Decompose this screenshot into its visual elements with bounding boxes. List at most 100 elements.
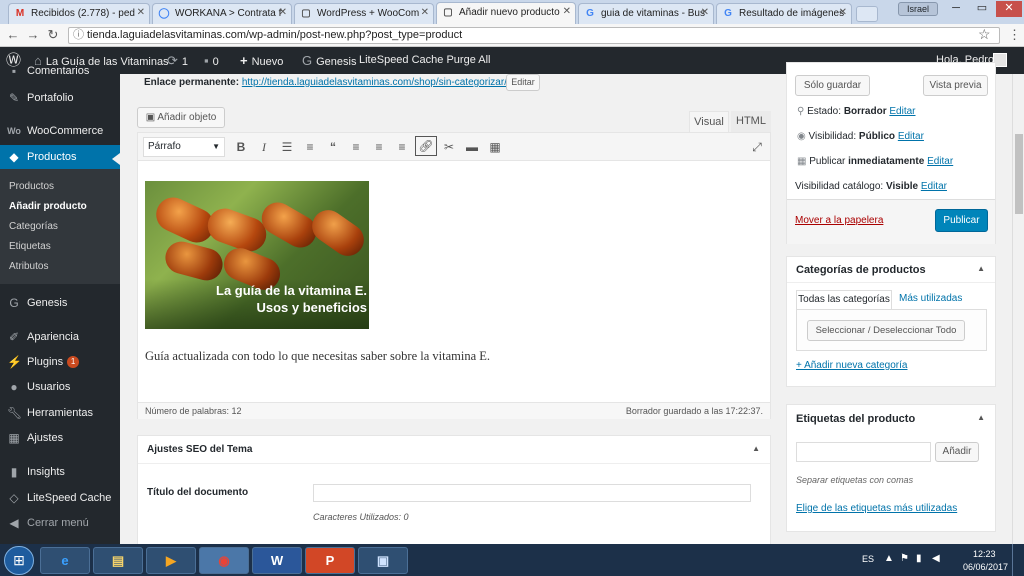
action-center-icon[interactable]: ⚑ <box>900 553 909 564</box>
window-close-icon[interactable]: ✕ <box>996 1 1022 17</box>
publish-button[interactable]: Publicar <box>935 209 988 232</box>
submenu-item-products[interactable]: Productos <box>9 181 54 192</box>
browser-tab[interactable]: G guia de vitaminas - Bus ✕ <box>578 3 714 24</box>
media-player-icon[interactable]: ▶ <box>146 547 196 574</box>
browser-tab[interactable]: G Resultado de imágenes ✕ <box>716 3 852 24</box>
sidebar-item-users[interactable]: ● Usuarios <box>0 375 120 400</box>
sidebar-item-insights[interactable]: ▮ Insights <box>0 460 120 485</box>
browser-tab[interactable]: ◯ WORKANA > Contrata f ✕ <box>152 3 292 24</box>
align-left-icon[interactable]: ≡ <box>345 136 367 158</box>
sidebar-item-plugins[interactable]: ⚡ Plugins 1 <box>0 350 120 375</box>
chrome-icon[interactable]: ◉ <box>199 547 249 574</box>
preview-button[interactable]: Vista previa <box>923 75 988 96</box>
powerpoint-icon[interactable]: P <box>305 547 355 574</box>
submenu-item-tags[interactable]: Etiquetas <box>9 241 51 252</box>
browser-profile-badge[interactable]: Israel <box>898 2 938 16</box>
updates-link[interactable]: ⟳ 1 <box>167 47 188 74</box>
close-icon[interactable]: ✕ <box>701 7 709 18</box>
collapse-toggle-icon[interactable]: ▲ <box>977 264 985 273</box>
editor-body-text[interactable]: Guía actualizada con todo lo que necesit… <box>145 349 490 364</box>
browser-tab[interactable]: ▢ WordPress + WooCom ✕ <box>294 3 434 24</box>
add-media-button[interactable]: ▣ Añadir objeto <box>137 107 225 128</box>
submenu-item-categories[interactable]: Categorías <box>9 221 58 232</box>
choose-tags-link[interactable]: Elige de las etiquetas más utilizadas <box>796 503 957 514</box>
remote-desktop-icon[interactable]: ▣ <box>358 547 408 574</box>
format-select[interactable]: Párrafo ▼ <box>143 137 225 157</box>
clock-time[interactable]: 12:23 <box>973 549 996 559</box>
seo-box-header[interactable]: Ajustes SEO del Tema ▲ <box>138 436 770 464</box>
align-right-icon[interactable]: ≡ <box>391 136 413 158</box>
new-tab-button[interactable] <box>856 6 878 22</box>
close-icon[interactable]: ✕ <box>421 7 429 18</box>
unlink-icon[interactable]: ✂ <box>438 136 460 158</box>
reload-icon[interactable]: ↻ <box>44 27 62 44</box>
add-tag-button[interactable]: Añadir <box>935 442 979 462</box>
collapse-toggle-icon[interactable]: ▲ <box>752 444 760 453</box>
permalink-edit-button[interactable]: Editar <box>506 74 540 91</box>
volume-icon[interactable]: ◀ <box>932 553 940 564</box>
tab-visual[interactable]: Visual <box>689 111 729 132</box>
move-to-trash-link[interactable]: Mover a la papelera <box>795 215 883 226</box>
new-content-link[interactable]: + Nuevo <box>240 47 283 74</box>
show-hidden-icons-icon[interactable]: ▲ <box>884 553 894 564</box>
genesis-link[interactable]: G Genesis <box>302 47 356 74</box>
italic-icon[interactable]: I <box>253 136 275 158</box>
sidebar-collapse[interactable]: ◀ Cerrar menú <box>0 511 120 536</box>
tab-most-used[interactable]: Más utilizadas <box>899 293 962 304</box>
sidebar-item-woocommerce[interactable]: Wo WooCommerce <box>0 119 120 144</box>
close-icon[interactable]: ✕ <box>563 6 571 17</box>
catalog-edit-link[interactable]: Editar <box>921 181 947 192</box>
sidebar-item-appearance[interactable]: ✐ Apariencia <box>0 325 120 350</box>
schedule-edit-link[interactable]: Editar <box>927 156 953 167</box>
internet-explorer-icon[interactable]: e <box>40 547 90 574</box>
bullet-list-icon[interactable]: ☰ <box>276 136 298 158</box>
minimize-icon[interactable]: ─ <box>944 1 968 17</box>
blockquote-icon[interactable]: “ <box>322 136 344 158</box>
sidebar-item-portfolio[interactable]: ✎ Portafolio <box>0 86 120 111</box>
link-icon[interactable]: 🔗︎ <box>415 136 437 156</box>
categories-box-header[interactable]: Categorías de productos ▲ <box>787 257 995 283</box>
visibility-edit-link[interactable]: Editar <box>898 131 924 142</box>
tab-html[interactable]: HTML <box>731 111 771 132</box>
tag-input[interactable] <box>796 442 931 462</box>
browser-tab-active[interactable]: ▢ Añadir nuevo producto ✕ <box>436 2 576 24</box>
sidebar-item-litespeed[interactable]: ◇ LiteSpeed Cache <box>0 486 120 511</box>
content-image[interactable]: La guía de la vitamina E. Usos y benefic… <box>145 181 369 329</box>
browser-tab[interactable]: M Recibidos (2.778) - ped ✕ <box>8 3 150 24</box>
sidebar-item-settings[interactable]: ▦ Ajustes <box>0 426 120 451</box>
permalink-url[interactable]: http://tienda.laguiadelasvitaminas.com/s… <box>242 77 515 88</box>
network-icon[interactable]: ▮ <box>916 553 922 564</box>
page-scrollbar[interactable] <box>1012 74 1024 544</box>
submenu-item-add-product[interactable]: Añadir producto <box>9 201 87 212</box>
address-bar-input[interactable]: ⓘ tienda.laguiadelasvitaminas.com/wp-adm… <box>68 27 1000 44</box>
sidebar-item-tools[interactable]: 🔧︎ Herramientas <box>0 401 120 426</box>
bold-icon[interactable]: B <box>230 136 252 158</box>
align-center-icon[interactable]: ≡ <box>368 136 390 158</box>
tags-box-header[interactable]: Etiquetas del producto ▲ <box>787 405 995 431</box>
maximize-icon[interactable]: ▭ <box>970 1 994 17</box>
close-icon[interactable]: ✕ <box>279 7 287 18</box>
clock-date[interactable]: 06/06/2017 <box>963 562 1008 572</box>
read-more-icon[interactable]: ▬ <box>461 136 483 158</box>
sidebar-item-products[interactable]: ◆ Productos <box>0 145 120 170</box>
status-edit-link[interactable]: Editar <box>889 106 915 117</box>
close-icon[interactable]: ✕ <box>839 7 847 18</box>
select-all-categories-button[interactable]: Seleccionar / Deseleccionar Todo <box>807 320 965 341</box>
sidebar-item-genesis[interactable]: G Genesis <box>0 291 120 316</box>
back-icon[interactable]: ← <box>4 27 22 44</box>
numbered-list-icon[interactable]: ≡ <box>299 136 321 158</box>
sidebar-item-comments[interactable]: ▪ Comentarios <box>0 62 120 80</box>
scrollbar-thumb[interactable] <box>1015 134 1023 214</box>
file-explorer-icon[interactable]: ▤ <box>93 547 143 574</box>
add-new-category-link[interactable]: + Añadir nueva categoría <box>796 360 907 371</box>
language-indicator[interactable]: ES <box>862 554 874 564</box>
comments-link[interactable]: ▪ 0 <box>204 47 219 74</box>
show-desktop-button[interactable] <box>1012 544 1024 576</box>
close-icon[interactable]: ✕ <box>137 7 145 18</box>
litespeed-purge-link[interactable]: LiteSpeed Cache Purge All <box>359 47 490 74</box>
bookmark-star-icon[interactable]: ☆ <box>978 26 991 43</box>
windows-start-button[interactable]: ⊞ <box>4 546 34 575</box>
word-icon[interactable]: W <box>252 547 302 574</box>
menu-icon[interactable]: ⋮ <box>1008 27 1021 43</box>
toolbar-toggle-icon[interactable]: ▦ <box>484 136 506 158</box>
